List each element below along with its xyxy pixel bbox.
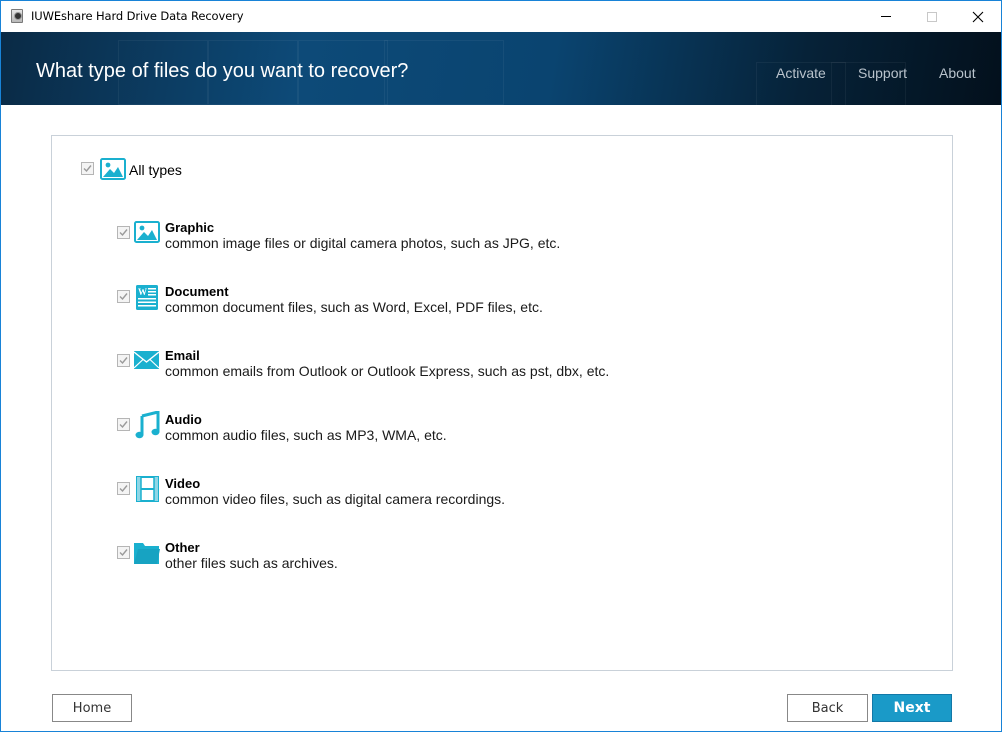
close-icon <box>972 11 984 22</box>
checkmark-icon <box>119 421 128 429</box>
app-window: IUWEshare Hard Drive Data Recovery What … <box>0 0 1002 732</box>
type-description: common document files, such as Word, Exc… <box>165 299 543 315</box>
type-name: Document <box>165 284 229 299</box>
type-name: Video <box>165 476 201 491</box>
home-button[interactable]: Home <box>52 694 132 722</box>
app-icon <box>11 9 23 23</box>
document-checkbox[interactable] <box>117 290 130 303</box>
header-banner: What type of files do you want to recove… <box>1 32 1001 105</box>
folder-icon <box>134 543 160 564</box>
music-note-icon <box>135 411 160 439</box>
audio-checkbox[interactable] <box>117 418 130 431</box>
type-name: Audio <box>165 412 202 427</box>
next-button[interactable]: Next <box>872 694 952 722</box>
checkmark-icon <box>119 485 128 493</box>
type-name: Email <box>165 348 200 363</box>
type-description: common audio files, such as MP3, WMA, et… <box>165 427 447 443</box>
title-bar: IUWEshare Hard Drive Data Recovery <box>1 1 1001 32</box>
type-description: common image files or digital camera pho… <box>165 235 561 251</box>
about-link[interactable]: About <box>939 65 976 81</box>
checkmark-icon <box>119 357 128 365</box>
file-type-document[interactable]: W Document common document files, such a… <box>117 284 717 320</box>
all-types-checkbox[interactable] <box>81 162 94 175</box>
email-checkbox[interactable] <box>117 354 130 367</box>
checkmark-icon <box>119 549 128 557</box>
document-icon: W <box>136 285 158 310</box>
maximize-icon <box>927 11 937 22</box>
film-icon <box>136 476 159 502</box>
checkmark-icon <box>119 293 128 301</box>
other-checkbox[interactable] <box>117 546 130 559</box>
file-type-audio[interactable]: Audio common audio files, such as MP3, W… <box>117 411 717 448</box>
file-type-video[interactable]: Video common video files, such as digita… <box>117 476 717 512</box>
file-type-graphic[interactable]: Graphic common image files or digital ca… <box>117 220 717 256</box>
file-type-other[interactable]: Other other files such as archives. <box>117 540 717 576</box>
type-name: Other <box>165 540 200 555</box>
checkmark-icon <box>83 165 92 173</box>
support-link[interactable]: Support <box>858 65 907 81</box>
checkmark-icon <box>119 229 128 237</box>
activate-link[interactable]: Activate <box>776 65 826 81</box>
file-type-panel: All types Graphic common image files or … <box>51 135 953 671</box>
svg-text:W: W <box>138 287 147 297</box>
minimize-button[interactable] <box>863 1 909 32</box>
window-title: IUWEshare Hard Drive Data Recovery <box>31 9 244 23</box>
image-icon <box>100 158 126 180</box>
type-description: common emails from Outlook or Outlook Ex… <box>165 363 610 379</box>
all-types-label: All types <box>129 162 182 178</box>
file-type-email[interactable]: Email common emails from Outlook or Outl… <box>117 348 717 384</box>
type-description: other files such as archives. <box>165 555 338 571</box>
video-checkbox[interactable] <box>117 482 130 495</box>
graphic-checkbox[interactable] <box>117 226 130 239</box>
type-name: Graphic <box>165 220 215 235</box>
minimize-icon <box>881 16 891 17</box>
close-button[interactable] <box>955 1 1001 32</box>
type-description: common video files, such as digital came… <box>165 491 506 507</box>
back-button[interactable]: Back <box>787 694 868 722</box>
page-title: What type of files do you want to recove… <box>36 60 409 82</box>
maximize-button[interactable] <box>909 1 955 32</box>
envelope-icon <box>134 351 160 369</box>
image-icon <box>134 221 160 243</box>
